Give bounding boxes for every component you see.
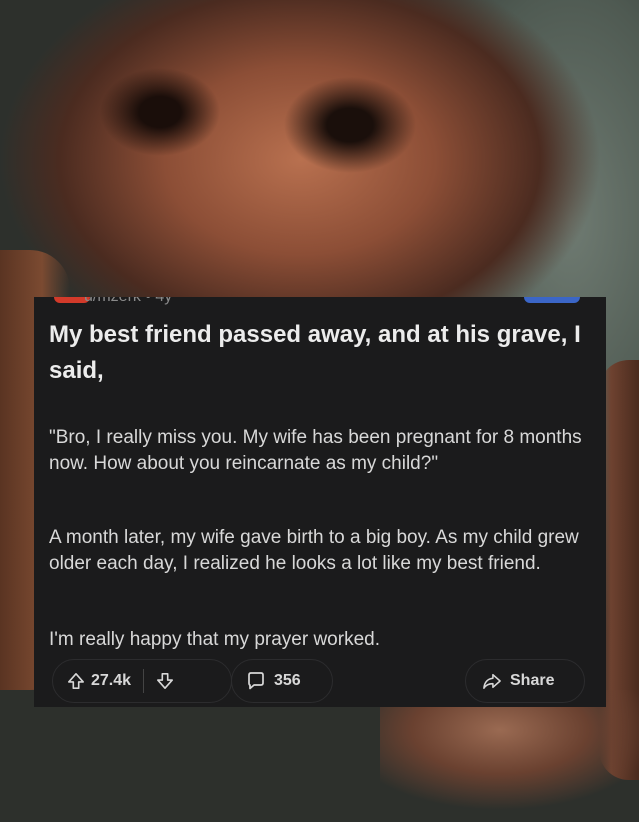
post-meta: u/mzerk • 4y <box>84 297 172 306</box>
post-paragraph: I'm really happy that my prayer worked. <box>49 629 380 650</box>
vote-divider <box>143 669 145 693</box>
downvote-button[interactable] <box>156 672 174 690</box>
vote-control: 27.4k <box>52 659 232 703</box>
post-title[interactable]: My best friend passed away, and at his g… <box>49 317 594 389</box>
upvote-button[interactable] <box>67 672 85 690</box>
bottom-hand <box>380 690 639 822</box>
comment-count: 356 <box>274 672 301 689</box>
post-card: u/mzerk • 4y My best friend passed away,… <box>34 297 606 707</box>
comments-button[interactable]: 356 <box>231 659 333 703</box>
post-actions: 27.4k 356 Share <box>34 659 606 703</box>
upvote-count: 27.4k <box>91 672 132 689</box>
share-button[interactable]: Share <box>465 659 585 703</box>
comment-bubble-icon <box>248 672 264 690</box>
arrow-up-icon <box>67 672 85 690</box>
post-paragraph: A month later, my wife gave birth to a b… <box>49 527 579 574</box>
share-arrow-icon <box>483 673 501 689</box>
share-label: Share <box>510 672 555 689</box>
join-button-edge[interactable] <box>524 297 580 303</box>
post-paragraph: "Bro, I really miss you. My wife has bee… <box>49 427 582 474</box>
arrow-down-icon <box>157 672 174 690</box>
